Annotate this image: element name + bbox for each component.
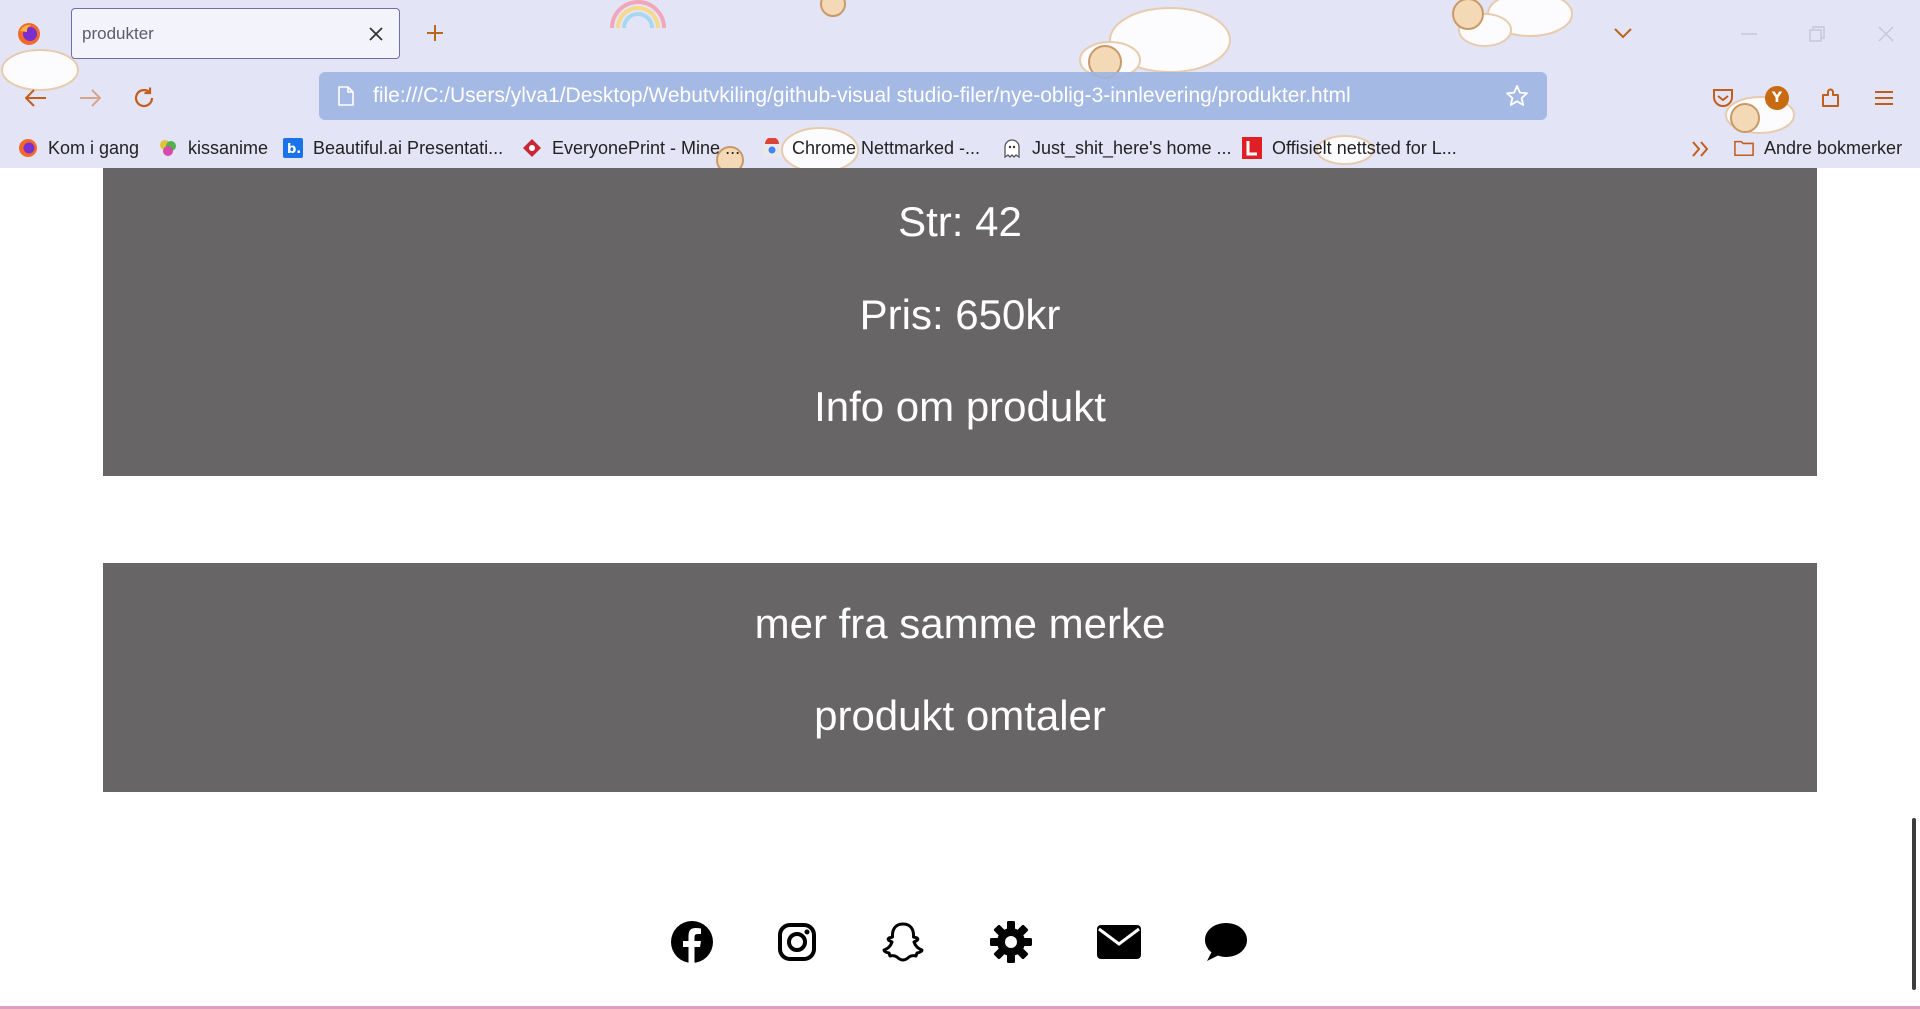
product-price: Pris: 650kr (859, 291, 1061, 338)
social-links (0, 918, 1920, 968)
window-close-icon[interactable] (1866, 14, 1906, 54)
bookmark-item[interactable]: EveryonePrint - Mine ... (522, 135, 740, 161)
chat-icon[interactable] (1202, 918, 1250, 966)
plus-icon[interactable] (420, 18, 450, 48)
folder-icon (1734, 138, 1754, 158)
account-avatar[interactable]: Y (1757, 78, 1797, 118)
avatar: Y (1765, 86, 1789, 110)
url-bar[interactable]: file:///C:/Users/ylva1/Desktop/Webutvkil… (319, 72, 1547, 120)
snapchat-icon[interactable] (879, 918, 927, 966)
firefox-icon (18, 138, 38, 158)
instagram-icon[interactable] (773, 918, 821, 966)
page-icon (335, 85, 357, 107)
kissanime-icon (158, 138, 178, 158)
bookmark-label: Just_shit_here's home ... (1032, 137, 1232, 158)
bookmark-label: kissanime (188, 137, 269, 158)
tab-title: produkter (82, 23, 154, 43)
beautiful-ai-icon: b. (283, 138, 303, 158)
ghost-icon (1002, 138, 1022, 158)
other-bookmarks[interactable]: Andre bokmerker (1734, 135, 1902, 161)
facebook-icon[interactable] (668, 918, 716, 966)
bookmark-label: Kom i gang (48, 137, 140, 158)
tab-bar: produkter (0, 0, 1920, 66)
bookmark-item[interactable]: Kom i gang (18, 135, 139, 161)
product-info-panel: Str: 42 Pris: 650kr Info om produkt (103, 168, 1817, 476)
bookmark-item[interactable]: Chrome Nettmarked -... (762, 135, 980, 161)
everyoneprint-icon (522, 138, 542, 158)
reviews-link[interactable]: produkt omtaler (103, 692, 1817, 740)
reload-icon[interactable] (124, 78, 164, 118)
url-text[interactable]: file:///C:/Users/ylva1/Desktop/Webutvkil… (373, 84, 1499, 108)
product-size: Str: 42 (898, 198, 1022, 245)
gear-icon[interactable] (987, 918, 1035, 966)
bookmark-label: Andre bokmerker (1764, 137, 1903, 158)
back-arrow-icon[interactable] (16, 78, 56, 118)
chevron-down-icon[interactable] (1608, 18, 1638, 48)
page-content: Str: 42 Pris: 650kr Info om produkt mer … (0, 168, 1920, 1009)
extensions-icon[interactable] (1811, 78, 1851, 118)
navigation-bar: file:///C:/Users/ylva1/Desktop/Webutvkil… (0, 66, 1920, 128)
star-icon[interactable] (1499, 78, 1535, 114)
bookmarks-bar: Kom i gang kissanime b. Beautiful.ai Pre… (0, 128, 1920, 168)
mail-icon[interactable] (1095, 918, 1143, 966)
bookmark-item[interactable]: b. Beautiful.ai Presentati... (283, 135, 503, 161)
restore-icon[interactable] (1797, 14, 1837, 54)
minimize-icon[interactable] (1729, 14, 1769, 54)
chevron-double-right-icon[interactable] (1688, 136, 1714, 162)
chrome-webstore-icon (762, 138, 782, 158)
scrollbar[interactable] (1912, 818, 1916, 990)
bookmark-item[interactable]: Offisielt nettsted for L... (1242, 135, 1457, 161)
pocket-icon[interactable] (1703, 78, 1743, 118)
l-logo-icon (1242, 137, 1262, 159)
menu-icon[interactable] (1864, 78, 1904, 118)
close-icon[interactable] (359, 17, 393, 51)
same-brand-link[interactable]: mer fra samme merke (103, 600, 1817, 648)
tab-produkter[interactable]: produkter (71, 8, 400, 59)
browser-chrome: produkter file:///C:/Users/ylva1/Desktop… (0, 0, 1920, 168)
bookmark-label: Chrome Nettmarked -... (792, 137, 981, 158)
bookmark-label: Offisielt nettsted for L... (1272, 137, 1457, 158)
firefox-icon[interactable] (17, 22, 41, 46)
bookmark-label: EveryonePrint - Mine ... (552, 137, 741, 158)
more-panel: mer fra samme merke produkt omtaler (103, 563, 1817, 792)
svg-text:b.: b. (287, 142, 301, 157)
forward-arrow-icon[interactable] (70, 78, 110, 118)
bookmark-item[interactable]: Just_shit_here's home ... (1002, 135, 1232, 161)
bookmark-item[interactable]: kissanime (158, 135, 268, 161)
bookmark-label: Beautiful.ai Presentati... (313, 137, 504, 158)
product-info-link[interactable]: Info om produkt (103, 383, 1817, 431)
